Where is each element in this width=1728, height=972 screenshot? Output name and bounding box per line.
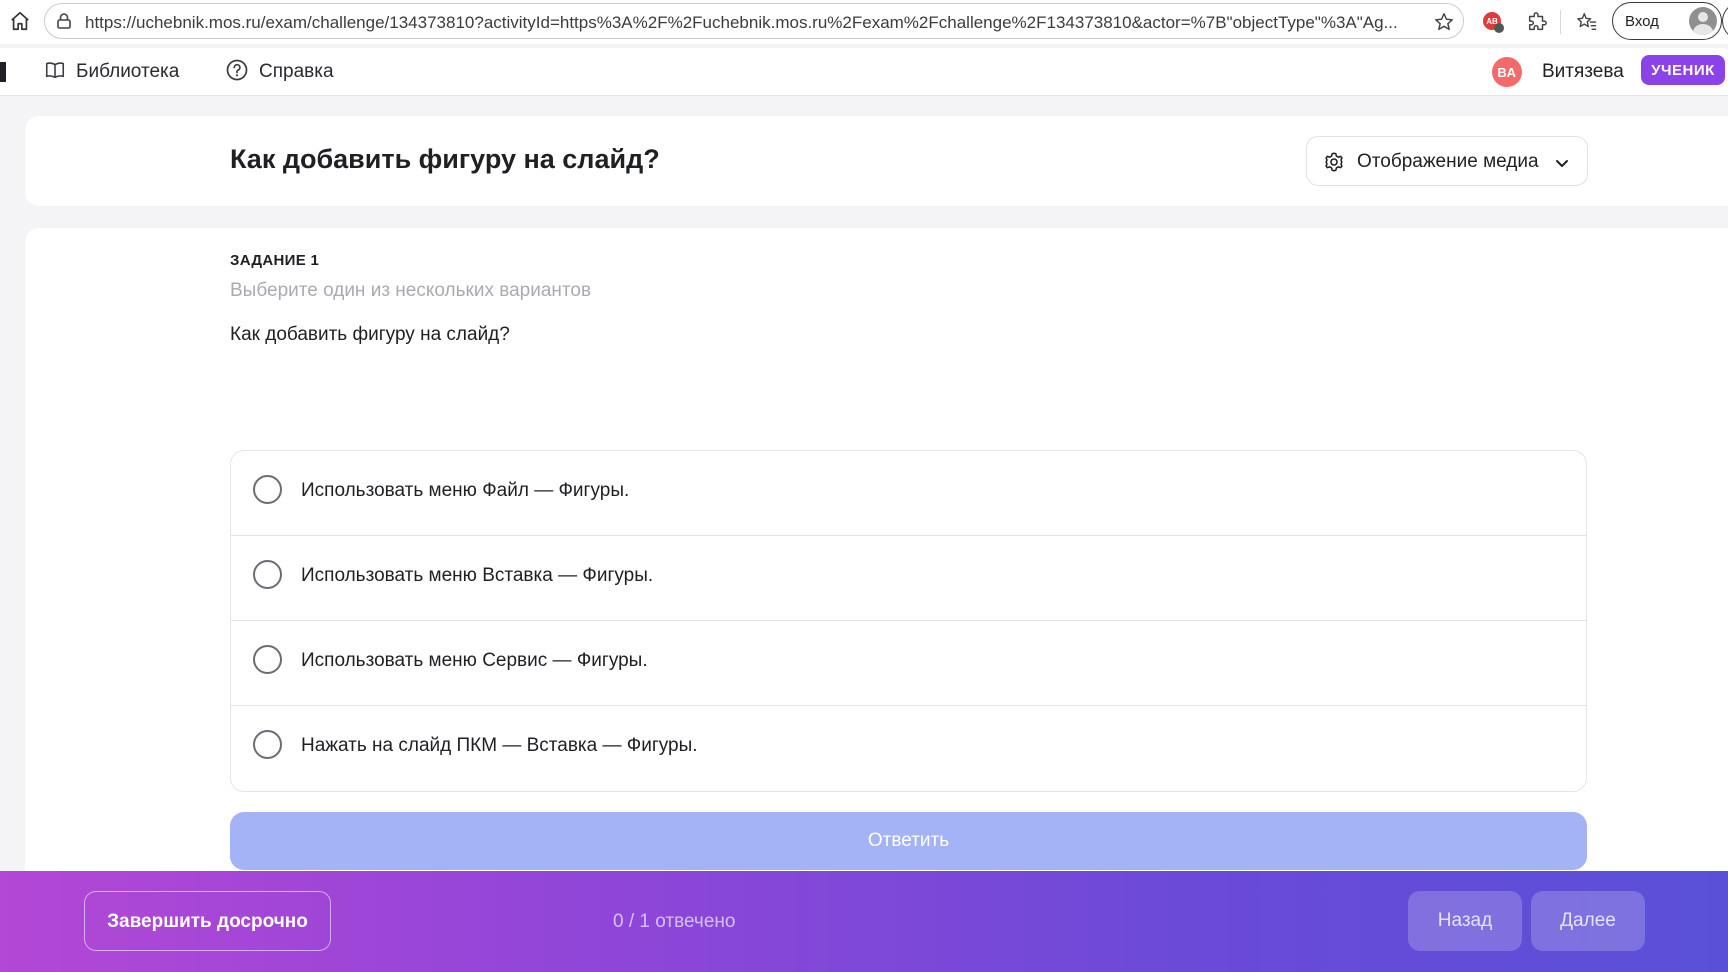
browser-toolbar: https://uchebnik.mos.ru/exam/challenge/1… bbox=[0, 0, 1728, 44]
extensions-puzzle-icon[interactable] bbox=[1524, 9, 1550, 35]
answer-option-label: Использовать меню Вставка — Фигуры. bbox=[301, 565, 654, 586]
page-title: Как добавить фигуру на слайд? bbox=[230, 144, 660, 174]
user-name[interactable]: Витязева bbox=[1542, 61, 1624, 83]
radio-button[interactable] bbox=[253, 730, 282, 759]
toolbar-divider bbox=[1560, 10, 1561, 34]
task-hint: Выберите один из нескольких вариантов bbox=[230, 280, 592, 301]
task-number: ЗАДАНИЕ 1 bbox=[230, 252, 320, 269]
answer-button[interactable]: Ответить bbox=[230, 812, 1587, 870]
answer-option-label: Использовать меню Сервис — Фигуры. bbox=[301, 650, 648, 671]
profile-login-button[interactable]: Вход bbox=[1612, 2, 1722, 40]
radio-button[interactable] bbox=[253, 475, 282, 504]
progress-counter: 0 / 1 отвечено bbox=[613, 911, 736, 932]
title-card: Как добавить фигуру на слайд? Отображени… bbox=[25, 116, 1728, 206]
nav-help[interactable]: Справка bbox=[225, 58, 334, 86]
adblock-extension-icon[interactable]: AB bbox=[1480, 9, 1506, 35]
answer-option[interactable]: Использовать меню Сервис — Фигуры. bbox=[231, 621, 1586, 706]
chevron-down-icon bbox=[1553, 154, 1571, 172]
task-question: Как добавить фигуру на слайд? bbox=[230, 324, 510, 345]
site-navigation: Библиотека Справка ВА Витязева УЧЕНИК bbox=[0, 48, 1728, 96]
footer-bar: Завершить досрочно 0 / 1 отвечено Назад … bbox=[0, 871, 1728, 972]
next-button[interactable]: Далее bbox=[1531, 891, 1645, 951]
media-display-label: Отображение медиа bbox=[1357, 151, 1539, 172]
site-info-icon[interactable] bbox=[55, 12, 73, 30]
back-button[interactable]: Назад bbox=[1408, 891, 1522, 951]
login-label: Вход bbox=[1625, 13, 1659, 30]
answer-options: Использовать меню Файл — Фигуры. Использ… bbox=[230, 450, 1587, 792]
book-icon bbox=[44, 59, 66, 86]
nav-library[interactable]: Библиотека bbox=[44, 58, 179, 86]
answer-option[interactable]: Использовать меню Вставка — Фигуры. bbox=[231, 536, 1586, 621]
favorites-icon[interactable] bbox=[1574, 9, 1600, 35]
gear-icon bbox=[1323, 151, 1345, 173]
answer-option-label: Использовать меню Файл — Фигуры. bbox=[301, 480, 630, 501]
bookmark-star-icon[interactable] bbox=[1433, 11, 1455, 33]
nav-library-label: Библиотека bbox=[76, 61, 180, 82]
task-card: ЗАДАНИЕ 1 Выберите один из нескольких ва… bbox=[25, 228, 1728, 972]
profile-avatar-icon bbox=[1689, 7, 1717, 35]
address-bar[interactable]: https://uchebnik.mos.ru/exam/challenge/1… bbox=[44, 3, 1464, 39]
finish-early-button[interactable]: Завершить досрочно bbox=[84, 891, 331, 951]
answer-option-label: Нажать на слайд ПКМ — Вставка — Фигуры. bbox=[301, 735, 698, 756]
home-icon[interactable] bbox=[8, 9, 32, 33]
media-display-dropdown[interactable]: Отображение медиа bbox=[1306, 136, 1588, 186]
url-text[interactable]: https://uchebnik.mos.ru/exam/challenge/1… bbox=[85, 13, 1445, 33]
answer-button-label: Ответить bbox=[867, 830, 950, 851]
back-button-label: Назад bbox=[1437, 910, 1493, 931]
role-badge: УЧЕНИК bbox=[1641, 55, 1725, 85]
logo-edge bbox=[0, 62, 6, 82]
radio-button[interactable] bbox=[253, 645, 282, 674]
browser-overflow-button[interactable]: Оt bbox=[1722, 2, 1728, 40]
user-avatar[interactable]: ВА bbox=[1492, 57, 1522, 87]
help-circle-icon bbox=[225, 58, 249, 87]
answer-option[interactable]: Нажать на слайд ПКМ — Вставка — Фигуры. bbox=[231, 706, 1586, 791]
radio-button[interactable] bbox=[253, 560, 282, 589]
answer-option[interactable]: Использовать меню Файл — Фигуры. bbox=[231, 451, 1586, 536]
nav-help-label: Справка bbox=[259, 61, 334, 82]
next-button-label: Далее bbox=[1560, 910, 1616, 931]
finish-early-label: Завершить досрочно bbox=[107, 911, 308, 932]
